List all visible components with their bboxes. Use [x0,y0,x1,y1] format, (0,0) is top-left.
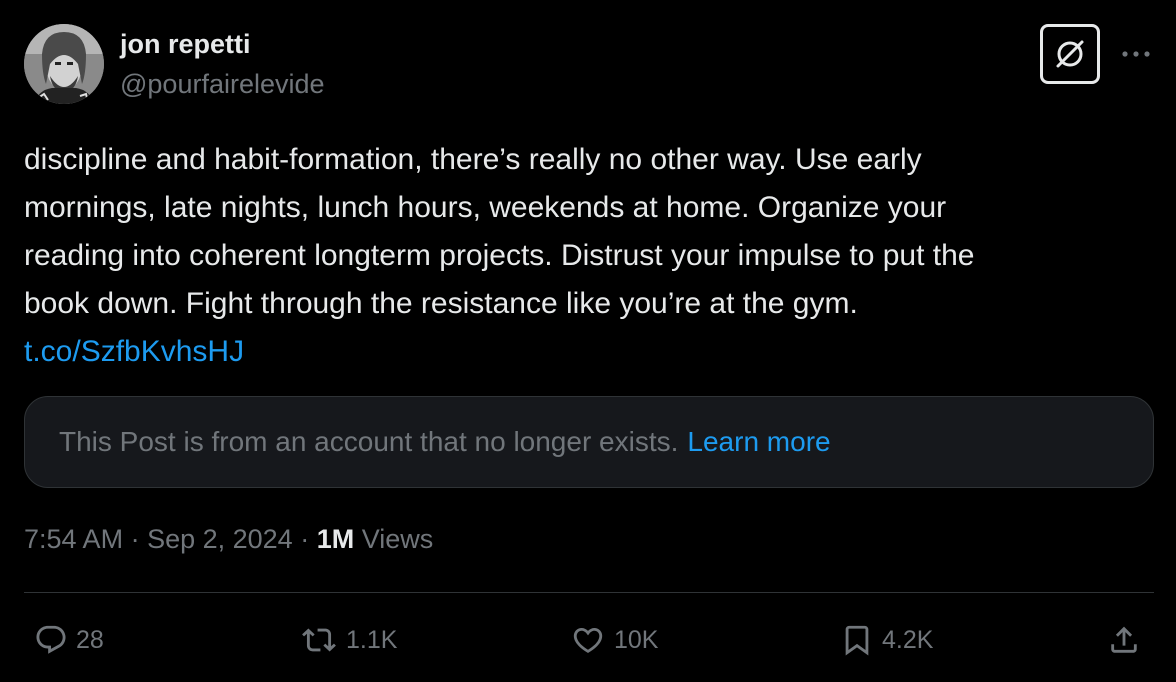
tweet-link[interactable]: t.co/SzfbKvhsHJ [24,328,1159,376]
grok-icon [1056,40,1084,68]
bookmark-count: 4.2K [882,625,934,654]
reply-count: 28 [76,625,104,654]
repost-button[interactable]: 1.1K [300,620,397,660]
user-photo-icon [24,24,104,104]
reply-icon [36,625,66,654]
views-label: Views [361,524,434,554]
learn-more-link[interactable]: Learn more [687,426,830,458]
tweet-text-line: discipline and habit-formation, there’s … [24,143,922,176]
more-options-button[interactable] [1118,36,1154,72]
meta-separator: · [292,524,317,554]
share-icon [1111,626,1137,653]
author-name[interactable]: jon repetti [120,28,251,60]
divider [24,592,1154,593]
bookmark-button[interactable]: 4.2K [840,620,933,660]
tweet-time[interactable]: 7:54 AM [24,524,123,554]
bookmark-icon [845,625,869,656]
tweet-meta: 7:54 AM · Sep 2, 2024 · 1M Views [24,521,433,557]
reply-button[interactable]: 28 [34,620,104,660]
views-count: 1M [316,524,355,554]
repost-count: 1.1K [346,625,398,654]
like-button[interactable]: 10K [570,620,658,660]
notice-text: This Post is from an account that no lon… [59,426,679,457]
tweet-body: discipline and habit-formation, there’s … [24,136,1159,376]
tweet-text-line: reading into coherent longterm projects.… [24,239,975,272]
grok-button[interactable] [1040,24,1100,84]
share-button[interactable] [1104,620,1144,660]
tweet-date[interactable]: Sep 2, 2024 [147,524,293,554]
heart-icon [573,627,603,653]
author-handle[interactable]: @pourfairelevide [120,68,325,100]
tweet-text-line: mornings, late nights, lunch hours, week… [24,191,947,224]
more-dots-icon [1122,51,1150,57]
repost-icon [302,628,336,652]
like-count: 10K [614,625,659,654]
meta-separator: · [123,524,148,554]
tweet-text-line: book down. Fight through the resistance … [24,287,858,320]
avatar[interactable] [24,24,104,104]
unavailable-quote-notice: This Post is from an account that no lon… [24,396,1154,488]
